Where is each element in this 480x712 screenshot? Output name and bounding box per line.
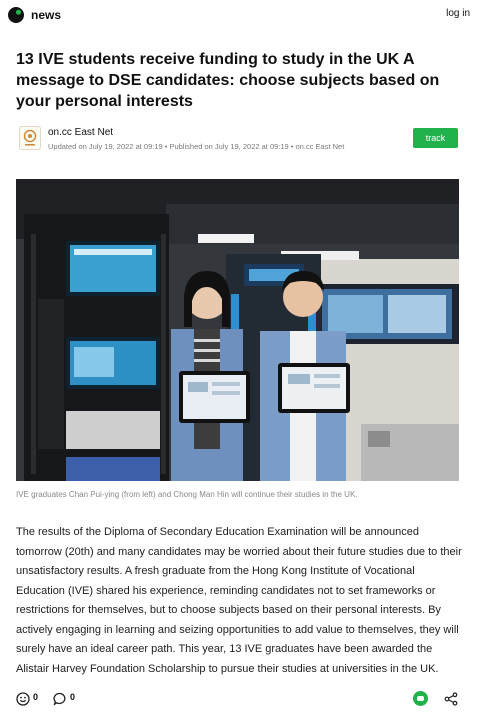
author-name[interactable]: on.cc East Net bbox=[48, 127, 113, 138]
login-link[interactable]: log in bbox=[446, 8, 470, 19]
top-bar: news log in bbox=[0, 0, 480, 32]
lab-photo-illustration bbox=[16, 179, 459, 481]
emoji-reaction-icon[interactable] bbox=[16, 692, 30, 706]
article-title: 13 IVE students receive funding to study… bbox=[16, 51, 440, 110]
oncc-logo-icon[interactable] bbox=[8, 7, 24, 23]
comment-icon[interactable] bbox=[53, 692, 67, 706]
article-body: The results of the Diploma of Secondary … bbox=[16, 526, 462, 675]
oncc-avatar-icon bbox=[23, 129, 37, 146]
line-share-icon[interactable] bbox=[413, 691, 428, 706]
brand-label[interactable]: news bbox=[31, 8, 61, 22]
article-meta: Updated on July 19, 2022 at 09:19 • Publ… bbox=[48, 142, 345, 151]
bottom-bar: 0 0 bbox=[0, 686, 480, 712]
image-caption: IVE graduates Chan Pui-ying (from left) … bbox=[16, 490, 358, 499]
article-photo bbox=[16, 179, 459, 481]
author-avatar[interactable] bbox=[19, 126, 41, 150]
reactions-count: 0 bbox=[33, 692, 39, 702]
comments-count: 0 bbox=[70, 692, 76, 702]
share-icon[interactable] bbox=[444, 692, 458, 706]
track-button[interactable]: track bbox=[413, 128, 458, 148]
